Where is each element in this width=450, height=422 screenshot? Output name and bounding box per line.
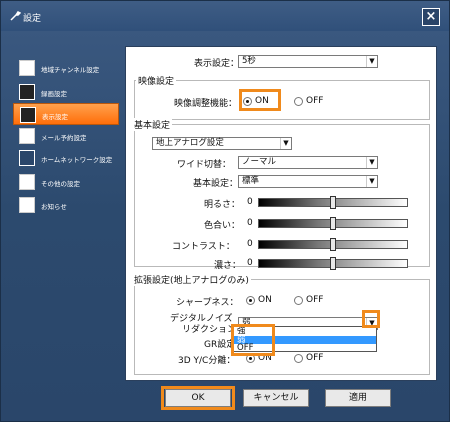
sharpness-label: シャープネス： xyxy=(176,298,239,308)
source-select[interactable]: 地上アナログ設定 ▼ xyxy=(152,137,292,150)
chevron-down-icon: ▼ xyxy=(280,138,291,149)
select-value: 5秒 xyxy=(242,56,256,66)
display-icon xyxy=(20,107,36,123)
sidebar-item-label: 表示設定 xyxy=(42,113,68,121)
sharpness-on-label: ON xyxy=(258,295,272,305)
hue-slider[interactable] xyxy=(258,217,408,230)
sharpness-off-label: OFF xyxy=(306,295,324,305)
hue-label: 色合い： xyxy=(204,221,241,231)
highlight-noise-arrow xyxy=(362,310,380,328)
wrench-icon xyxy=(10,11,21,21)
sidebar-item-label: 地域チャンネル設定 xyxy=(41,66,100,74)
highlight-video-on xyxy=(239,89,281,111)
yc-separation-label: 3D Y/C分離： xyxy=(178,356,236,366)
sidebar-item-display[interactable]: 表示設定 xyxy=(13,103,119,125)
select-value: 地上アナログ設定 xyxy=(156,138,224,148)
video-adjust-off-label: OFF xyxy=(306,96,324,106)
chevron-down-icon: ▼ xyxy=(366,56,377,67)
density-label: 濃さ： xyxy=(214,261,242,271)
display-duration-select[interactable]: 5秒 ▼ xyxy=(238,55,378,68)
extended-section-title: 拡張設定(地上アナログのみ) xyxy=(132,273,251,286)
sidebar-item-label: その他の設定 xyxy=(41,180,80,188)
select-value: ノーマル xyxy=(242,157,277,167)
wide-label: ワイド切替： xyxy=(177,160,232,170)
highlight-dropdown-options xyxy=(231,324,275,356)
display-setting-label: 表示設定： xyxy=(194,59,240,69)
slider-thumb[interactable] xyxy=(330,257,336,270)
satellite-icon xyxy=(19,60,35,76)
sidebar-item-label: メール予約設定 xyxy=(41,134,87,142)
yc-off-label: OFF xyxy=(306,353,324,363)
sidebar-item-notice[interactable]: お知らせ xyxy=(13,194,119,216)
select-value: 標準 xyxy=(242,176,260,186)
ok-button[interactable]: OK xyxy=(165,389,231,407)
sidebar: 地域チャンネル設定 録画設定 表示設定 メール予約設定 ホームネットワーク設定 … xyxy=(11,51,119,391)
basic-section-title: 基本設定 xyxy=(132,118,173,131)
sidebar-item-home-network[interactable]: ホームネットワーク設定 xyxy=(13,147,119,169)
settings-window: 設定 × 地域チャンネル設定 録画設定 表示設定 メール予約設定 ホームネットワ… xyxy=(0,0,450,422)
apply-button[interactable]: 適用 xyxy=(325,389,391,407)
wide-select[interactable]: ノーマル ▼ xyxy=(238,156,378,169)
sidebar-item-regional-channel[interactable]: 地域チャンネル設定 xyxy=(13,57,119,79)
title-bar: 設定 × xyxy=(1,1,449,31)
density-value: 0 xyxy=(247,258,253,268)
chevron-down-icon: ▼ xyxy=(366,157,377,168)
mail-icon xyxy=(19,128,35,144)
video-adjust-off-radio[interactable] xyxy=(294,97,303,106)
contrast-slider[interactable] xyxy=(258,238,408,251)
slider-thumb[interactable] xyxy=(330,238,336,251)
sharpness-on-radio[interactable] xyxy=(246,296,255,305)
network-icon xyxy=(19,150,35,166)
chevron-down-icon: ▼ xyxy=(366,176,377,187)
info-icon xyxy=(19,197,35,213)
brightness-label: 明るさ： xyxy=(204,200,241,210)
sidebar-item-other[interactable]: その他の設定 xyxy=(13,171,119,193)
sidebar-item-label: お知らせ xyxy=(41,203,67,211)
wrench-icon xyxy=(19,174,35,190)
brightness-value: 0 xyxy=(247,197,253,207)
sharpness-off-radio[interactable] xyxy=(294,296,303,305)
brightness-slider[interactable] xyxy=(258,196,408,209)
contrast-value: 0 xyxy=(247,239,253,249)
hue-value: 0 xyxy=(247,218,253,228)
sidebar-item-recording[interactable]: 録画設定 xyxy=(13,81,119,103)
slider-thumb[interactable] xyxy=(330,196,336,209)
yc-off-radio[interactable] xyxy=(294,354,303,363)
basic-setting-label: 基本設定： xyxy=(193,179,239,189)
window-title: 設定 xyxy=(23,14,42,24)
cancel-button[interactable]: キャンセル xyxy=(243,389,309,407)
sidebar-item-label: 録画設定 xyxy=(41,90,67,98)
sidebar-item-label: ホームネットワーク設定 xyxy=(41,156,113,164)
basic-setting-select[interactable]: 標準 ▼ xyxy=(238,175,378,188)
slider-thumb[interactable] xyxy=(330,217,336,230)
sidebar-item-mail-reservation[interactable]: メール予約設定 xyxy=(13,125,119,147)
record-icon xyxy=(19,84,35,100)
contrast-label: コントラスト： xyxy=(172,242,235,252)
video-section-title: 映像設定 xyxy=(136,74,177,87)
close-button[interactable]: × xyxy=(422,8,440,26)
video-adjust-label: 映像調整機能： xyxy=(174,99,238,109)
density-slider[interactable] xyxy=(258,257,408,270)
